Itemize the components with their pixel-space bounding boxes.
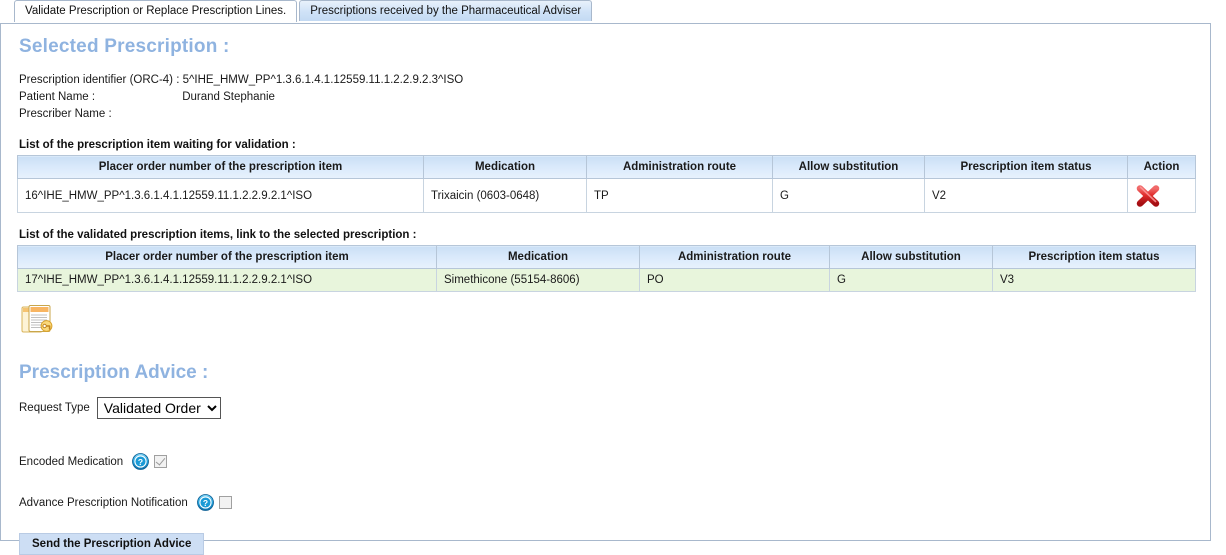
table-header-row: Placer order number of the prescription … <box>17 245 1196 269</box>
prescription-form-icon[interactable] <box>20 304 58 336</box>
advance-prescription-notification-checkbox[interactable] <box>218 496 232 509</box>
col-medication: Medication <box>436 245 640 269</box>
info-value: Durand Stephanie <box>182 91 275 103</box>
col-placer-order-number: Placer order number of the prescription … <box>17 155 424 179</box>
encoded-medication-label: Encoded Medication <box>19 455 124 468</box>
col-prescription-item-status: Prescription item status <box>924 155 1128 179</box>
col-prescription-item-status: Prescription item status <box>992 245 1196 269</box>
col-administration-route: Administration route <box>639 245 830 269</box>
prescription-info: Prescription identifier (ORC-4) : 5^IHE_… <box>19 72 1194 123</box>
info-row-prescriber-name: Prescriber Name : <box>19 106 1194 123</box>
pending-table-caption: List of the prescription item waiting fo… <box>19 139 296 151</box>
content-panel: Selected Prescription : Prescription ide… <box>0 23 1211 555</box>
tab-prescriptions-received[interactable]: Prescriptions received by the Pharmaceut… <box>299 0 593 21</box>
cell-administration-route: PO <box>639 268 830 292</box>
help-icon[interactable]: ? <box>132 453 150 470</box>
cell-allow-substitution: G <box>772 178 925 213</box>
col-administration-route: Administration route <box>586 155 773 179</box>
cell-prescription-item-status: V2 <box>924 178 1128 213</box>
page-title: Selected Prescription : <box>19 36 230 57</box>
validated-prescription-items-table: Placer order number of the prescription … <box>17 245 1196 292</box>
table-row: 16^IHE_HMW_PP^1.3.6.1.4.1.12559.11.1.2.2… <box>17 178 1196 213</box>
col-allow-substitution: Allow substitution <box>772 155 925 179</box>
cell-prescription-item-status: V3 <box>992 268 1196 292</box>
send-prescription-advice-button[interactable]: Send the Prescription Advice <box>19 533 205 555</box>
tab-label: Prescriptions received by the Pharmaceut… <box>310 5 582 17</box>
col-placer-order-number: Placer order number of the prescription … <box>17 245 437 269</box>
help-icon[interactable]: ? <box>196 494 214 511</box>
col-action: Action <box>1127 155 1196 179</box>
cell-administration-route: TP <box>586 178 773 213</box>
info-value: 5^IHE_HMW_PP^1.3.6.1.4.1.12559.11.1.2.2.… <box>182 74 464 86</box>
request-type-row: Request Type Validated Order <box>19 396 1194 420</box>
col-medication: Medication <box>423 155 587 179</box>
cell-placer-order-number: 16^IHE_HMW_PP^1.3.6.1.4.1.12559.11.1.2.2… <box>17 178 424 213</box>
col-allow-substitution: Allow substitution <box>829 245 993 269</box>
prescription-advice-title: Prescription Advice : <box>19 362 209 383</box>
info-row-prescription-identifier: Prescription identifier (ORC-4) : 5^IHE_… <box>19 72 1194 89</box>
advance-prescription-notification-label: Advance Prescription Notification <box>19 496 188 509</box>
pending-prescription-items-table: Placer order number of the prescription … <box>17 155 1196 213</box>
cell-allow-substitution: G <box>829 268 993 292</box>
validated-table-caption: List of the validated prescription items… <box>19 229 417 241</box>
info-row-patient-name: Patient Name : Durand Stephanie <box>19 89 1194 106</box>
svg-text:?: ? <box>138 457 143 467</box>
delete-x-icon[interactable] <box>1135 184 1161 208</box>
info-label: Patient Name : <box>19 91 96 103</box>
tab-validate-prescription[interactable]: Validate Prescription or Replace Prescri… <box>14 0 298 22</box>
request-type-label: Request Type <box>19 402 90 414</box>
table-header-row: Placer order number of the prescription … <box>17 155 1196 179</box>
encoded-medication-checkbox[interactable] <box>154 455 168 468</box>
encoded-medication-row: Encoded Medication ? <box>19 453 1194 470</box>
svg-text:?: ? <box>203 498 208 508</box>
info-label: Prescription identifier (ORC-4) : <box>19 74 180 86</box>
tab-bar: Validate Prescription or Replace Prescri… <box>0 0 1226 24</box>
cell-action[interactable] <box>1127 178 1196 213</box>
cell-medication: Simethicone (55154-8606) <box>436 268 640 292</box>
cell-placer-order-number: 17^IHE_HMW_PP^1.3.6.1.4.1.12559.11.1.2.2… <box>17 268 437 292</box>
request-type-select[interactable]: Validated Order <box>96 397 221 419</box>
cell-medication: Trixaicin (0603-0648) <box>423 178 587 213</box>
info-label: Prescriber Name : <box>19 108 112 120</box>
advance-prescription-notification-row: Advance Prescription Notification ? <box>19 494 1194 511</box>
table-row: 17^IHE_HMW_PP^1.3.6.1.4.1.12559.11.1.2.2… <box>17 268 1196 292</box>
tab-label: Validate Prescription or Replace Prescri… <box>25 5 287 17</box>
